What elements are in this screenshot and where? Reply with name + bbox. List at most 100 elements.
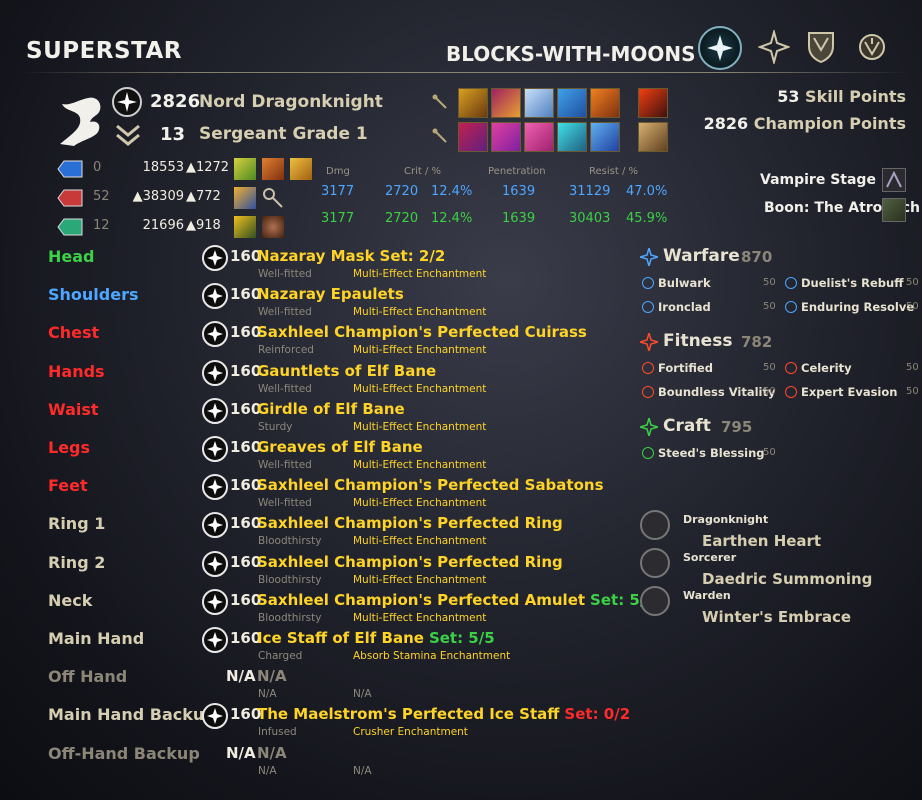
skill-icon[interactable] bbox=[524, 122, 554, 152]
gear-item-name[interactable]: Gauntlets of Elf Bane bbox=[257, 362, 436, 380]
champion-level: 2826 bbox=[150, 91, 201, 112]
gear-trait: Charged bbox=[258, 650, 303, 662]
skill-icon[interactable] bbox=[458, 122, 488, 152]
set-icon bbox=[262, 216, 284, 238]
gear-item-name[interactable]: The Maelstrom's Perfected Ice Staff Set: … bbox=[257, 705, 630, 723]
skill-line-class: Warden bbox=[683, 589, 731, 602]
champion-star-icon bbox=[642, 362, 654, 374]
skill-icon[interactable] bbox=[491, 88, 521, 118]
champion-star-name[interactable]: Bulwark bbox=[658, 276, 711, 290]
champion-level-icon bbox=[202, 588, 228, 615]
ultimate-skill-icon[interactable] bbox=[638, 122, 668, 152]
skill-line-class: Sorcerer bbox=[683, 551, 737, 564]
dragonknight-class-icon bbox=[52, 90, 108, 150]
gear-item-name[interactable]: Saxhleel Champion's Perfected Amulet Set:… bbox=[257, 591, 656, 609]
skill-icon[interactable] bbox=[590, 122, 620, 152]
gear-slot-label: Off-Hand Backup bbox=[48, 743, 200, 763]
champion-emblem-icon[interactable] bbox=[698, 26, 742, 70]
set-icon bbox=[234, 216, 256, 238]
gear-slot-label: Head bbox=[48, 247, 95, 266]
gear-item-name[interactable]: Girdle of Elf Bane bbox=[257, 400, 405, 418]
stat-dmg-2: 3177 bbox=[321, 211, 355, 226]
skill-icon[interactable] bbox=[557, 122, 587, 152]
champion-star-value: 50 bbox=[906, 277, 919, 288]
champion-star-name[interactable]: Boundless Vitality bbox=[658, 385, 775, 399]
gear-item-name[interactable]: Nazaray Mask Set: 2/2 bbox=[257, 247, 445, 265]
gear-enchantment: Multi-Effect Enchantment bbox=[353, 268, 487, 280]
gear-trait: Well-fitted bbox=[258, 268, 312, 280]
gear-item-name[interactable]: Ice Staff of Elf Bane Set: 5/5 bbox=[257, 629, 495, 647]
gear-set-count: Set: 5/5 bbox=[428, 629, 495, 647]
gear-item-name[interactable]: Nazaray Epaulets bbox=[257, 285, 404, 303]
crest-icon[interactable] bbox=[856, 30, 888, 64]
skills-star-icon[interactable] bbox=[757, 28, 791, 66]
champion-star-name[interactable]: Duelist's Rebuff bbox=[801, 276, 904, 290]
set-icon bbox=[234, 158, 256, 180]
skill-icon[interactable] bbox=[524, 88, 554, 118]
resource-max: 18553 bbox=[142, 160, 184, 175]
champion-star-name[interactable]: Steed's Blessing bbox=[658, 446, 765, 460]
vampire-stage: Vampire Stage 1 bbox=[760, 172, 891, 188]
gear-enchantment: Multi-Effect Enchantment bbox=[353, 382, 487, 395]
race-class: Nord Dragonknight bbox=[199, 92, 383, 112]
gear-trait: Bloodthirsty bbox=[258, 535, 322, 548]
key-icon bbox=[262, 187, 284, 209]
stat-dmg-1: 3177 bbox=[321, 184, 355, 199]
gear-item-name[interactable]: Saxhleel Champion's Perfected Ring bbox=[257, 553, 563, 571]
champion-star-name[interactable]: Expert Evasion bbox=[801, 385, 897, 399]
champion-star-name[interactable]: Enduring Resolve bbox=[801, 300, 914, 314]
champion-rank-icon bbox=[112, 87, 142, 117]
gear-item-name[interactable]: Saxhleel Champion's Perfected Ring bbox=[257, 514, 563, 532]
champion-star-icon bbox=[785, 386, 797, 398]
gear-slot-label: Legs bbox=[48, 438, 91, 457]
account-name: BLOCKS-WITH-MOONS bbox=[446, 42, 696, 66]
stat-resist-pct-2: 45.9% bbox=[626, 211, 668, 226]
champion-star-name[interactable]: Ironclad bbox=[658, 300, 711, 314]
gear-item-name[interactable]: Saxhleel Champion's Perfected Sabatons bbox=[257, 476, 604, 494]
skill-icon[interactable] bbox=[458, 88, 488, 118]
stat-crit-2: 2720 bbox=[385, 211, 419, 226]
bar1-weapon-icon bbox=[432, 94, 448, 110]
champion-star-icon bbox=[642, 386, 654, 398]
gear-set-count: Set: 2/2 bbox=[379, 247, 446, 265]
gear-slot-label: Ring 2 bbox=[48, 552, 106, 572]
gear-item-name-text: Saxhleel Champion's Perfected Cuirass bbox=[257, 323, 587, 342]
gear-slot-label: Off Hand bbox=[48, 667, 128, 687]
ultimate-skill-icon[interactable] bbox=[638, 88, 668, 118]
gear-item-name-text: The Maelstrom's Perfected Ice Staff bbox=[257, 705, 560, 724]
champion-star-value: 50 bbox=[763, 277, 776, 288]
gear-item-name[interactable]: N/A bbox=[257, 667, 287, 685]
gear-item-name[interactable]: Greaves of Elf Bane bbox=[257, 438, 423, 456]
skill-icon[interactable] bbox=[491, 122, 521, 152]
stat-pen-2: 1639 bbox=[502, 211, 536, 226]
gear-item-name-text: Nazaray Mask bbox=[257, 247, 375, 265]
champion-level-icon bbox=[202, 397, 228, 424]
champion-star-icon bbox=[785, 362, 797, 374]
champion-level-icon bbox=[202, 283, 228, 310]
gear-enchantment: Multi-Effect Enchantment bbox=[353, 344, 487, 357]
champion-star-value: 50 bbox=[906, 362, 919, 373]
champion-tree-title: Warfare bbox=[663, 246, 740, 266]
skill-line-name: Winter's Embrace bbox=[702, 608, 852, 626]
shield-icon[interactable] bbox=[806, 30, 836, 64]
resource-regen: 12 bbox=[93, 218, 110, 233]
gear-set-count: Set: 0/2 bbox=[564, 705, 631, 724]
champion-star-name[interactable]: Fortified bbox=[658, 361, 713, 375]
gear-trait: N/A bbox=[258, 764, 277, 777]
skill-icon[interactable] bbox=[557, 88, 587, 118]
champion-star-value: 50 bbox=[763, 362, 776, 373]
gear-slot-label: Neck bbox=[48, 590, 93, 610]
gear-item-name[interactable]: N/A bbox=[257, 744, 287, 762]
gear-enchantment: N/A bbox=[353, 764, 372, 777]
champion-star-value: 50 bbox=[763, 447, 776, 458]
gear-enchantment: N/A bbox=[353, 688, 372, 701]
champion-star-name[interactable]: Celerity bbox=[801, 361, 852, 375]
champion-tree-icon bbox=[637, 415, 661, 439]
resource-gem-icon bbox=[57, 160, 83, 178]
skill-icon[interactable] bbox=[590, 88, 620, 118]
gear-item-name[interactable]: Saxhleel Champion's Perfected Cuirass bbox=[257, 323, 587, 341]
skill-points: 53 Skill Points bbox=[777, 87, 906, 106]
stat-header-pen: Penetration bbox=[488, 166, 546, 177]
champion-star-value: 50 bbox=[906, 386, 919, 397]
vampire-icon bbox=[882, 168, 906, 192]
